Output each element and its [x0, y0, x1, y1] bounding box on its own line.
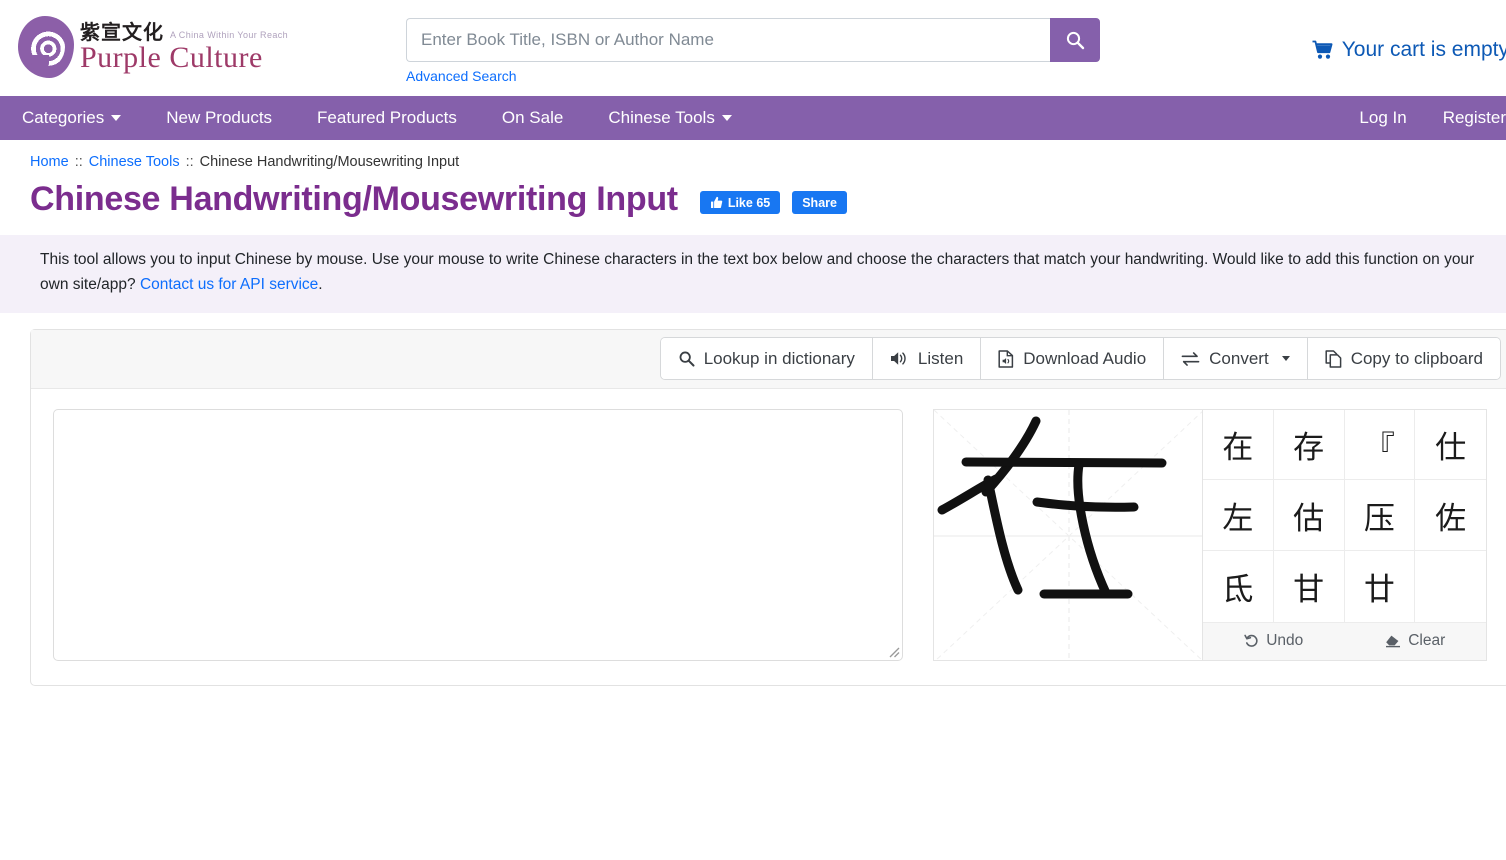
- facebook-like-button[interactable]: Like 65: [699, 191, 781, 214]
- copy-to-clipboard-button[interactable]: Copy to clipboard: [1307, 338, 1500, 380]
- facebook-share-label: Share: [802, 195, 837, 210]
- search-icon: [678, 350, 695, 367]
- toolbar-label: Lookup in dictionary: [703, 348, 855, 368]
- chevron-down-icon: [1281, 356, 1290, 362]
- work-area: 在 存 『 仕 左 估 压 佐 氐 甘 廿 Undo Clear: [31, 389, 1506, 685]
- logo-english-name: Purple Culture: [80, 40, 263, 74]
- toolbar-label: Listen: [917, 348, 964, 368]
- nav-item-log-in[interactable]: Log In: [1341, 108, 1424, 128]
- chevron-down-icon: [721, 115, 732, 121]
- handwriting-canvas[interactable]: [933, 408, 1203, 661]
- candidate-cell[interactable]: 『: [1344, 409, 1416, 481]
- chevron-down-icon: [111, 115, 122, 121]
- candidate-cell[interactable]: 仕: [1415, 409, 1486, 481]
- resize-handle[interactable]: [886, 644, 900, 658]
- nav-item-categories[interactable]: Categories: [22, 108, 142, 128]
- nav-label: Categories: [22, 108, 105, 127]
- candidate-cell[interactable]: 廿: [1344, 550, 1416, 622]
- clear-button[interactable]: Clear: [1345, 623, 1487, 660]
- header-search-area: Advanced Search: [406, 18, 1100, 86]
- search-icon: [1065, 30, 1085, 50]
- candidate-actions: Undo Clear: [1203, 621, 1487, 660]
- main-navigation: Categories New Products Featured Product…: [0, 96, 1506, 140]
- nav-item-new-products[interactable]: New Products: [166, 108, 293, 128]
- candidate-panel: 在 存 『 仕 左 估 压 佐 氐 甘 廿 Undo Clear: [1203, 408, 1487, 661]
- convert-button[interactable]: Convert: [1164, 338, 1308, 380]
- nav-label: On Sale: [501, 108, 564, 127]
- speaker-icon: [890, 350, 909, 367]
- handwriting-tool-panel: Lookup in dictionary Listen Download Aud…: [30, 328, 1506, 686]
- undo-arrow-icon: [1244, 634, 1259, 649]
- cart-label: Your cart is empty: [1341, 38, 1506, 61]
- candidate-grid: 在 存 『 仕 左 估 压 佐 氐 甘 廿: [1203, 409, 1486, 622]
- lookup-in-dictionary-button[interactable]: Lookup in dictionary: [660, 338, 873, 380]
- advanced-search-link[interactable]: Advanced Search: [406, 68, 517, 84]
- shopping-cart-icon: [1312, 40, 1334, 60]
- candidate-cell[interactable]: 在: [1203, 409, 1274, 481]
- breadcrumb-current: Chinese Handwriting/Mousewriting Input: [199, 154, 460, 170]
- thumbs-up-icon: [710, 196, 723, 209]
- candidate-cell-empty[interactable]: [1415, 550, 1486, 622]
- nav-label: Register: [1442, 108, 1506, 127]
- facebook-like-label: Like 65: [727, 195, 771, 210]
- nav-label: Log In: [1359, 108, 1407, 127]
- toolbar-label: Download Audio: [1023, 348, 1147, 368]
- download-audio-button[interactable]: Download Audio: [981, 338, 1165, 380]
- page-title: Chinese Handwriting/Mousewriting Input: [30, 180, 678, 218]
- nav-item-on-sale[interactable]: On Sale: [502, 108, 584, 128]
- api-service-link[interactable]: Contact us for API service: [140, 276, 318, 293]
- search-submit-button[interactable]: [1050, 18, 1100, 62]
- facebook-share-button[interactable]: Share: [792, 191, 847, 214]
- description-text-part2: .: [318, 275, 323, 293]
- breadcrumb-home-link[interactable]: Home: [30, 154, 69, 170]
- file-audio-icon: [998, 349, 1014, 368]
- toolbar-label: Convert: [1209, 348, 1269, 368]
- nav-label: Chinese Tools: [608, 108, 715, 127]
- eraser-icon: [1385, 634, 1401, 648]
- breadcrumb: Home :: Chinese Tools :: Chinese Handwri…: [0, 140, 1506, 170]
- search-row: [406, 18, 1100, 62]
- toolbar-label: Copy to clipboard: [1350, 348, 1483, 368]
- breadcrumb-separator: ::: [74, 154, 83, 170]
- undo-label: Undo: [1266, 632, 1304, 650]
- candidate-cell[interactable]: 估: [1273, 480, 1345, 551]
- logo-chinese-name: 紫宣文化: [80, 19, 164, 44]
- clear-label: Clear: [1408, 632, 1446, 650]
- logo-text-block: 紫宣文化 A China Within Your Reach Purple Cu…: [80, 22, 288, 73]
- nav-item-register[interactable]: Register: [1425, 108, 1506, 128]
- handwriting-input-widget: 在 存 『 仕 左 估 压 佐 氐 甘 廿 Undo Clear: [933, 408, 1487, 661]
- tool-actions-toolbar: Lookup in dictionary Listen Download Aud…: [31, 329, 1506, 389]
- social-buttons: Like 65 Share: [699, 185, 847, 214]
- nav-item-featured-products[interactable]: Featured Products: [317, 108, 478, 128]
- candidate-cell[interactable]: 佐: [1415, 480, 1486, 551]
- logo-slogan: A China Within Your Reach: [170, 29, 289, 40]
- search-input[interactable]: [406, 18, 1050, 62]
- nav-item-chinese-tools[interactable]: Chinese Tools: [608, 108, 752, 128]
- toolbar-button-group: Lookup in dictionary Listen Download Aud…: [659, 337, 1501, 381]
- copy-icon: [1325, 349, 1342, 368]
- candidate-cell[interactable]: 甘: [1273, 550, 1345, 622]
- nav-right-group: Log In Register: [1341, 96, 1506, 140]
- listen-button[interactable]: Listen: [872, 338, 982, 380]
- candidate-cell[interactable]: 氐: [1203, 550, 1274, 622]
- exchange-arrows-icon: [1181, 351, 1200, 367]
- nav-label: Featured Products: [317, 108, 457, 127]
- breadcrumb-separator: ::: [185, 154, 194, 170]
- site-logo[interactable]: 紫宣文化 A China Within Your Reach Purple Cu…: [18, 16, 288, 78]
- site-header: 紫宣文化 A China Within Your Reach Purple Cu…: [0, 0, 1506, 96]
- candidate-cell[interactable]: 压: [1344, 480, 1416, 551]
- page-title-row: Chinese Handwriting/Mousewriting Input L…: [0, 170, 1506, 219]
- breadcrumb-section-link[interactable]: Chinese Tools: [89, 154, 180, 170]
- candidate-cell[interactable]: 左: [1203, 480, 1274, 551]
- text-output-area[interactable]: [53, 408, 903, 661]
- tool-description: This tool allows you to input Chinese by…: [0, 235, 1506, 313]
- nav-label: New Products: [166, 108, 273, 127]
- candidate-cell[interactable]: 存: [1273, 409, 1345, 481]
- purple-culture-logo-icon: [18, 16, 74, 78]
- cart-status[interactable]: Your cart is empty: [1312, 38, 1506, 62]
- undo-button[interactable]: Undo: [1203, 623, 1345, 660]
